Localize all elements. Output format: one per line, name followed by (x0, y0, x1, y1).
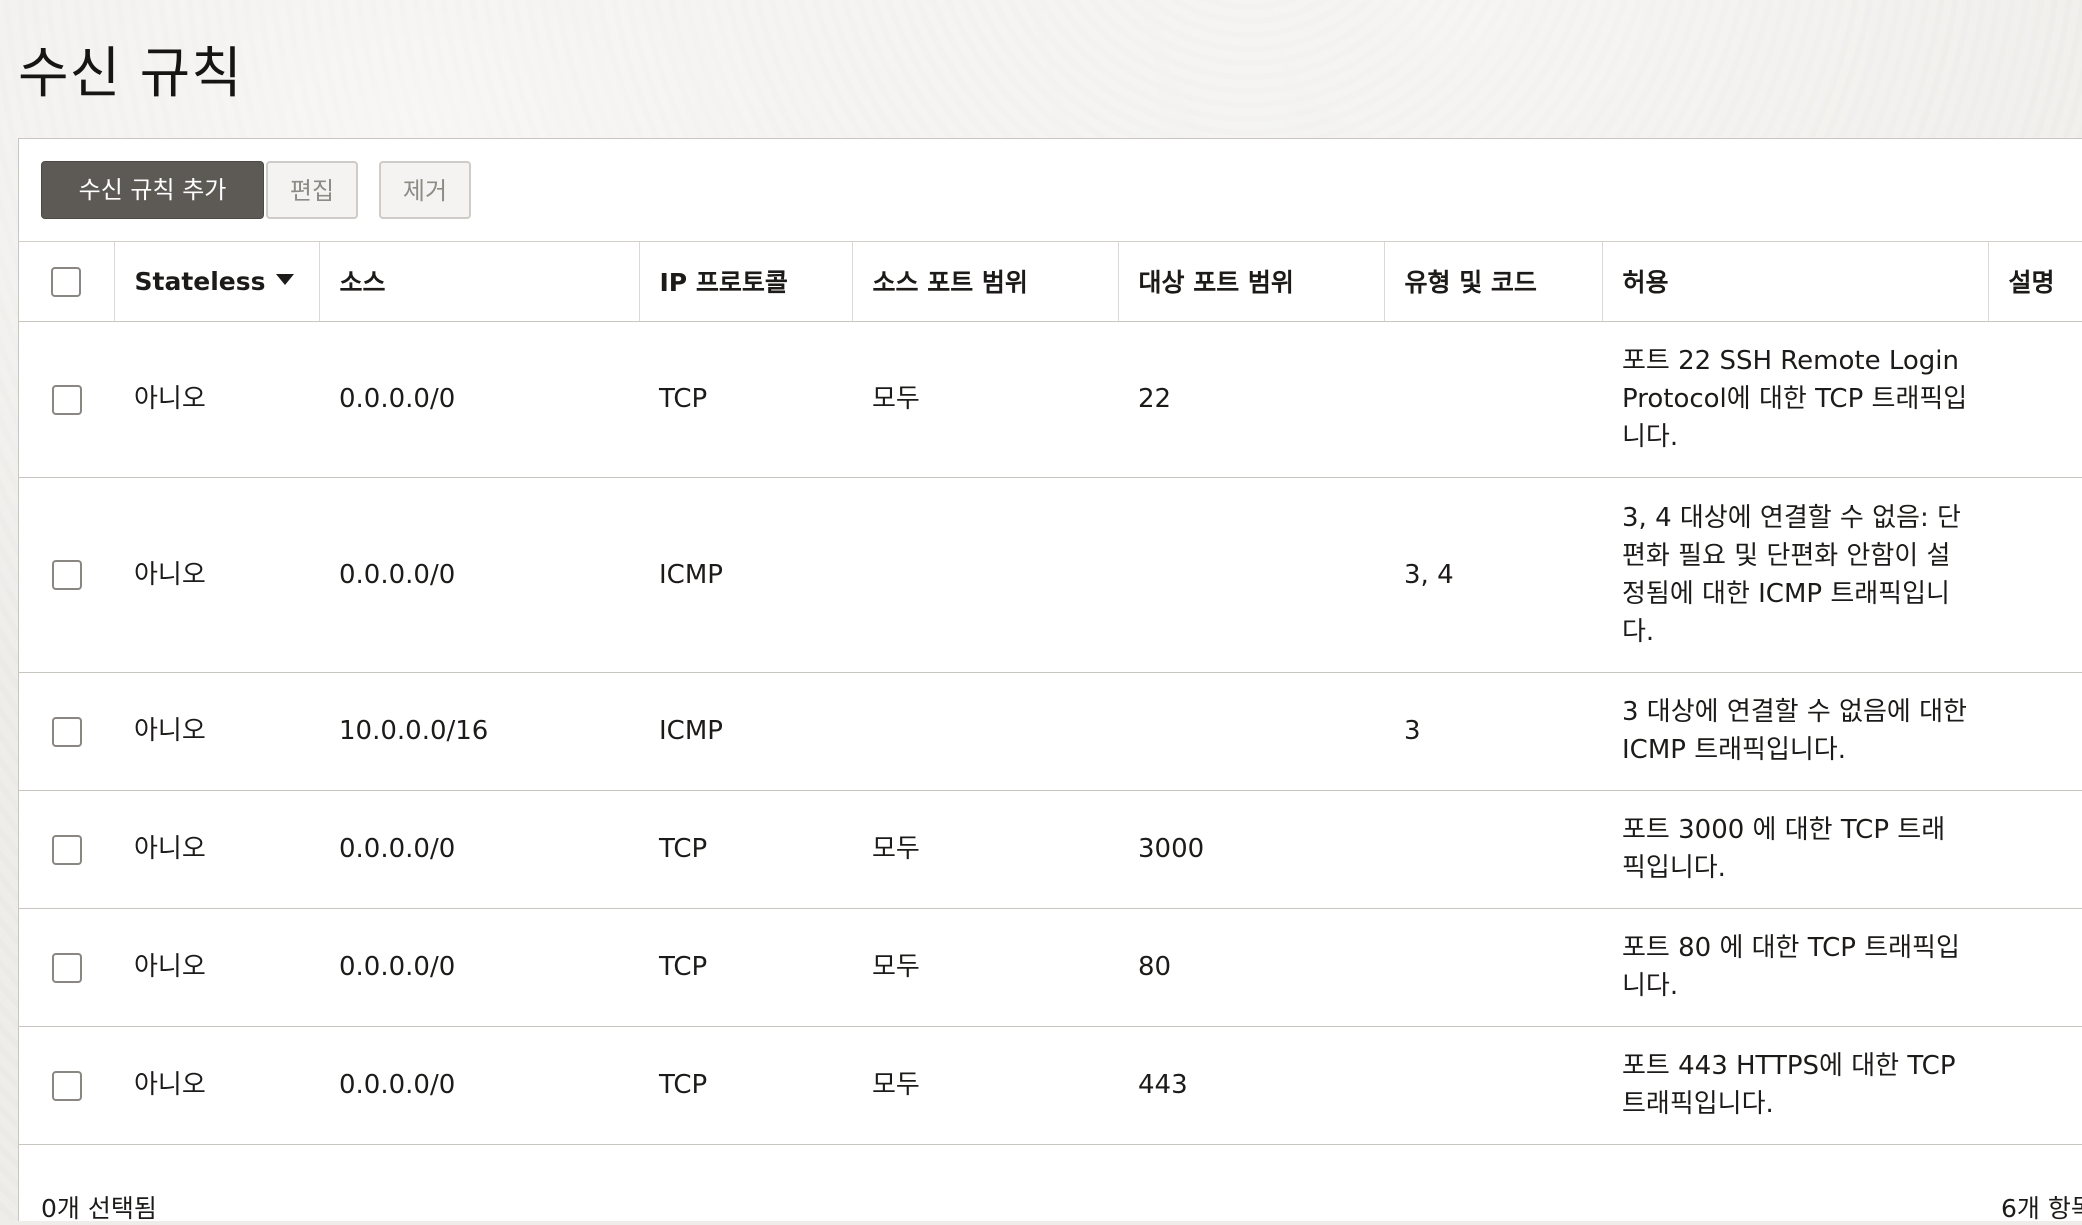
row-select-cell (19, 321, 114, 478)
sort-descending-icon[interactable] (275, 274, 294, 286)
cell-source-port-range (852, 477, 1118, 673)
cell-description (1988, 477, 2082, 673)
cell-source-port-range: 모두 (852, 790, 1118, 909)
cell-stateless: 아니오 (114, 790, 319, 909)
row-checkbox[interactable] (51, 1070, 82, 1101)
cell-ip-protocol: ICMP (639, 477, 852, 673)
row-checkbox[interactable] (51, 384, 82, 415)
cell-source-port-range: 모두 (852, 908, 1118, 1027)
table-row: 아니오 0.0.0.0/0 ICMP 3, 4 3, 4 대상에 연결할 수 없… (19, 477, 2082, 673)
column-header-type-and-code: 유형 및 코드 (1384, 242, 1603, 322)
cell-dest-port-range: 3000 (1118, 790, 1384, 909)
cell-dest-port-range: 80 (1118, 908, 1384, 1027)
cell-stateless: 아니오 (114, 1026, 319, 1145)
column-header-source-port-range: 소스 포트 범위 (852, 242, 1119, 322)
cell-dest-port-range: 443 (1118, 1026, 1384, 1145)
row-select-cell (19, 1026, 114, 1145)
cell-source: 10.0.0.0/16 (319, 672, 639, 791)
cell-source: 0.0.0.0/0 (319, 477, 639, 673)
cell-ip-protocol: TCP (639, 1026, 852, 1145)
column-header-description: 설명 (1988, 242, 2082, 322)
column-header-dest-port-range: 대상 포트 범위 (1118, 242, 1385, 322)
row-checkbox[interactable] (51, 834, 82, 865)
table-row: 아니오 0.0.0.0/0 TCP 모두 80 포트 80 에 대한 TCP 트… (19, 908, 2082, 1027)
cell-dest-port-range (1118, 672, 1384, 791)
row-checkbox[interactable] (51, 716, 82, 747)
select-all-cell (19, 242, 115, 322)
cell-ip-protocol: TCP (639, 790, 852, 909)
cell-allows: 포트 22 SSH Remote Login Protocol에 대한 TCP … (1602, 321, 1988, 478)
cell-description (1988, 321, 2082, 478)
cell-allows: 3 대상에 연결할 수 없음에 대한 ICMP 트래픽입니다. (1602, 672, 1988, 791)
cell-source: 0.0.0.0/0 (319, 321, 639, 478)
row-checkbox[interactable] (51, 560, 82, 590)
cell-source: 0.0.0.0/0 (319, 908, 639, 1027)
cell-source-port-range: 모두 (852, 1026, 1118, 1145)
cell-dest-port-range: 22 (1118, 321, 1384, 478)
cell-stateless: 아니오 (114, 477, 319, 673)
row-select-cell (19, 790, 114, 909)
add-ingress-rule-button[interactable]: 수신 규칙 추가 (41, 161, 264, 219)
cell-type-and-code (1384, 790, 1602, 909)
row-checkbox[interactable] (51, 952, 82, 983)
cell-dest-port-range (1118, 477, 1384, 673)
remove-button[interactable]: 제거 (379, 161, 471, 219)
ingress-rules-panel: 수신 규칙 추가 편집 제거 Stateless 소스 IP 프로토콜 소스 포… (18, 138, 2082, 1223)
cell-stateless: 아니오 (114, 908, 319, 1027)
cell-description (1988, 790, 2082, 909)
table-row: 아니오 10.0.0.0/16 ICMP 3 3 대상에 연결할 수 없음에 대… (19, 672, 2082, 791)
cell-stateless: 아니오 (114, 321, 319, 478)
select-all-checkbox[interactable] (51, 266, 82, 297)
row-select-cell (19, 908, 114, 1027)
cell-description (1988, 1026, 2082, 1145)
cell-ip-protocol: TCP (639, 908, 852, 1027)
toolbar: 수신 규칙 추가 편집 제거 (19, 139, 2082, 242)
cell-type-and-code: 3 (1384, 672, 1602, 791)
cell-allows: 포트 3000 에 대한 TCP 트래픽입니다. (1602, 790, 1988, 909)
column-header-stateless[interactable]: Stateless (114, 242, 320, 322)
table-header-row: Stateless 소스 IP 프로토콜 소스 포트 범위 대상 포트 범위 유… (19, 242, 2082, 322)
table-row: 아니오 0.0.0.0/0 TCP 모두 3000 포트 3000 에 대한 T… (19, 790, 2082, 909)
cell-type-and-code (1384, 321, 1602, 478)
cell-allows: 포트 80 에 대한 TCP 트래픽입니다. (1602, 908, 1988, 1027)
table-row: 아니오 0.0.0.0/0 TCP 모두 443 포트 443 HTTPS에 대… (19, 1026, 2082, 1145)
row-select-cell (19, 477, 114, 673)
column-header-ip-protocol: IP 프로토콜 (639, 242, 853, 322)
cell-ip-protocol: ICMP (639, 672, 852, 791)
ingress-rules-table: Stateless 소스 IP 프로토콜 소스 포트 범위 대상 포트 범위 유… (19, 242, 2082, 1145)
cell-source: 0.0.0.0/0 (319, 1026, 639, 1145)
cell-description (1988, 672, 2082, 791)
edit-button[interactable]: 편집 (266, 161, 358, 219)
cell-description (1988, 908, 2082, 1027)
cell-allows: 3, 4 대상에 연결할 수 없음: 단편화 필요 및 단편화 안함이 설정됨에… (1602, 477, 1988, 673)
column-header-label: Stateless (134, 266, 266, 296)
cell-type-and-code: 3, 4 (1384, 477, 1602, 673)
table-footer: 0개 선택됨 6개 항목 (19, 1159, 2082, 1223)
cell-allows: 포트 443 HTTPS에 대한 TCP 트래픽입니다. (1602, 1026, 1988, 1145)
cell-type-and-code (1384, 908, 1602, 1027)
row-select-cell (19, 672, 114, 791)
cell-type-and-code (1384, 1026, 1602, 1145)
cell-stateless: 아니오 (114, 672, 319, 791)
column-header-allows: 허용 (1602, 242, 1989, 322)
page-title: 수신 규칙 (18, 41, 243, 105)
cell-source-port-range (852, 672, 1118, 791)
cell-source: 0.0.0.0/0 (319, 790, 639, 909)
cell-source-port-range: 모두 (852, 321, 1118, 478)
column-header-source: 소스 (319, 242, 640, 322)
cell-ip-protocol: TCP (639, 321, 852, 478)
table-row: 아니오 0.0.0.0/0 TCP 모두 22 포트 22 SSH Remote… (19, 321, 2082, 478)
